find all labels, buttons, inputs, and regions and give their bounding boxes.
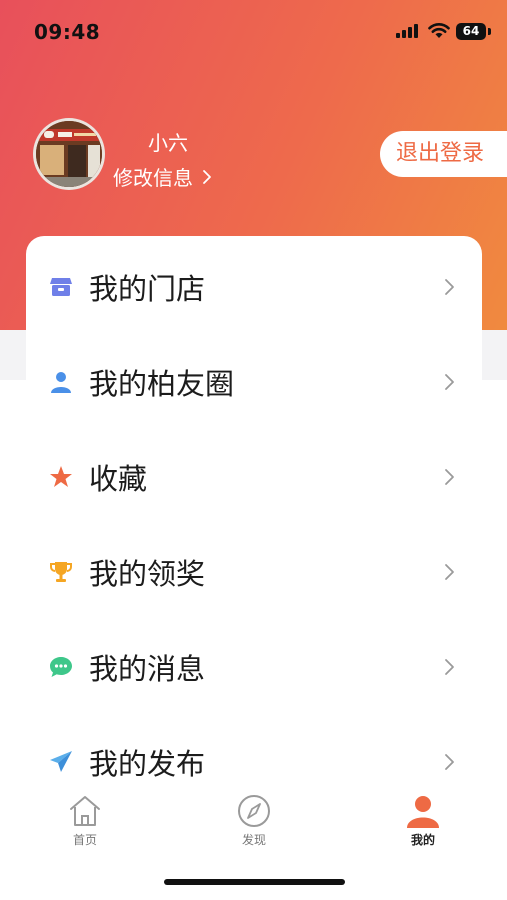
menu-item-label: 我的门店 [89,271,206,306]
chevron-right-icon [445,563,454,580]
store-photo [36,121,102,187]
home-icon [70,796,100,826]
star-icon [49,465,73,489]
menu-card: 我的门店 我的柏友圈 收藏 我的领奖 我的消息 我的发布 [26,236,482,796]
trophy-icon [49,560,73,584]
menu-item-my-circle[interactable]: 我的柏友圈 [26,334,482,429]
battery-icon: 64 [456,23,486,40]
cellular-signal-icon [396,24,418,38]
menu-item-label: 我的消息 [89,651,206,686]
menu-item-my-awards[interactable]: 我的领奖 [26,524,482,619]
chevron-right-icon [445,373,454,390]
menu-item-label: 我的发布 [89,746,206,781]
paper-plane-icon [49,750,73,774]
edit-info-link[interactable]: 修改信息 [113,162,213,191]
menu-item-label: 我的领奖 [89,556,206,591]
home-indicator [164,879,345,885]
tab-discover[interactable]: 发现 [204,794,304,854]
tab-home[interactable]: 首页 [35,794,135,854]
tab-label: 我的 [410,833,435,847]
logout-button[interactable]: 退出登录 [380,131,507,177]
status-bar: 09:48 64 [0,0,507,62]
person-icon [49,370,73,394]
menu-item-favorites[interactable]: 收藏 [26,429,482,524]
username: 小六 [148,131,188,155]
tab-mine[interactable]: 我的 [373,794,473,854]
menu-item-label: 我的柏友圈 [89,366,235,401]
menu-item-my-posts[interactable]: 我的发布 [26,714,482,796]
compass-icon [238,795,270,827]
menu-item-my-messages[interactable]: 我的消息 [26,619,482,714]
avatar[interactable] [33,118,105,190]
chat-bubble-icon [49,655,73,679]
wifi-icon [428,23,450,38]
battery-tip [488,28,491,35]
tab-label: 发现 [241,833,266,847]
status-time: 09:48 [34,20,101,44]
menu-item-my-store[interactable]: 我的门店 [26,239,482,334]
battery-level: 64 [462,24,480,38]
user-icon [407,796,439,828]
chevron-right-icon [203,169,211,184]
edit-info-label: 修改信息 [113,166,193,190]
chevron-right-icon [445,278,454,295]
chevron-right-icon [445,753,454,770]
chevron-right-icon [445,658,454,675]
chevron-right-icon [445,468,454,485]
store-icon [49,275,73,299]
menu-item-label: 收藏 [89,461,148,496]
tab-label: 首页 [72,833,97,847]
